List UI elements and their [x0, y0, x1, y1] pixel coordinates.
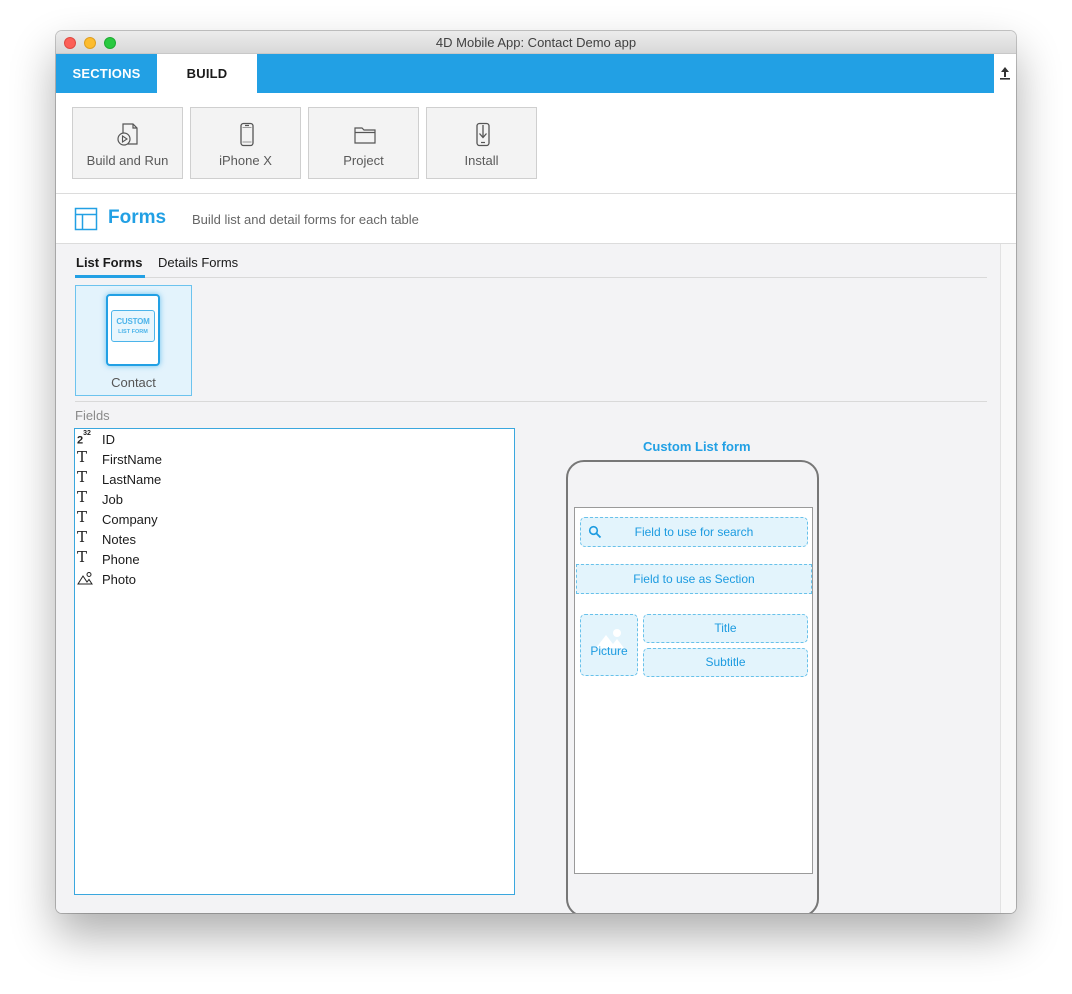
search-zone-label: Field to use for search [634, 525, 754, 539]
field-name: Photo [102, 572, 136, 587]
text-icon: T [77, 548, 88, 566]
export-button[interactable] [996, 64, 1014, 82]
field-row-company[interactable]: T Company [75, 509, 514, 529]
form-tile-label: Contact [111, 375, 156, 390]
field-name: FirstName [102, 452, 162, 467]
badge-line-2: LIST FORM [118, 329, 148, 335]
field-name: LastName [102, 472, 162, 487]
folder-icon [354, 127, 376, 144]
install-label: Install [464, 153, 499, 168]
tab-list-forms[interactable]: List Forms [76, 255, 142, 270]
field-name: ID [102, 432, 115, 447]
preview-title: Custom List form [643, 439, 751, 454]
device-select-button[interactable]: iPhone X [190, 107, 301, 179]
custom-list-form-thumbnail: CUSTOM LIST FORM [106, 294, 160, 366]
field-row-phone[interactable]: T Phone [75, 549, 514, 569]
window-title: 4D Mobile App: Contact Demo app [435, 35, 637, 50]
page-title: Forms [108, 207, 167, 228]
forms-header: Forms Build list and detail forms for ea… [56, 194, 1016, 244]
install-button[interactable]: Install [426, 107, 537, 179]
section-divider [75, 401, 987, 402]
field-name: Job [102, 492, 123, 507]
field-name: Company [102, 512, 158, 527]
title-zone-label: Title [714, 621, 737, 635]
fields-list[interactable]: 232 ID T FirstName T LastName T Job T Co… [74, 428, 515, 895]
field-name: Notes [102, 532, 136, 547]
build-run-icon [117, 123, 138, 146]
search-field-dropzone[interactable]: Field to use for search [580, 517, 808, 547]
build-and-run-button[interactable]: Build and Run [72, 107, 183, 179]
contact-form-tile[interactable]: CUSTOM LIST FORM Contact [75, 285, 192, 396]
install-icon [476, 122, 490, 147]
picture-field-dropzone[interactable]: Picture [580, 614, 638, 676]
tab-sections[interactable]: SECTIONS [56, 54, 157, 93]
text-icon: T [77, 508, 88, 526]
picture-zone-label: Picture [590, 644, 628, 658]
device-label: iPhone X [219, 153, 272, 168]
text-icon: T [77, 488, 88, 506]
integer-icon: 232 [77, 430, 91, 447]
subtitle-field-dropzone[interactable]: Subtitle [643, 648, 808, 677]
text-icon: T [77, 448, 88, 466]
fields-label: Fields [75, 408, 110, 423]
title-bar: 4D Mobile App: Contact Demo app [56, 31, 1016, 54]
search-icon [588, 525, 602, 539]
section-field-dropzone[interactable]: Field to use as Section [576, 564, 812, 594]
field-row-firstname[interactable]: T FirstName [75, 449, 514, 469]
phone-preview: Field to use for search Field to use as … [566, 460, 819, 913]
upload-icon [1000, 67, 1010, 80]
subtitle-zone-label: Subtitle [705, 655, 746, 669]
page-subtitle: Build list and detail forms for each tab… [192, 212, 419, 227]
phone-screen: Field to use for search Field to use as … [574, 507, 813, 874]
field-row-lastname[interactable]: T LastName [75, 469, 514, 489]
active-tab-indicator [75, 275, 145, 278]
vertical-scrollbar[interactable] [1000, 244, 1016, 913]
field-row-job[interactable]: T Job [75, 489, 514, 509]
section-zone-label: Field to use as Section [633, 572, 755, 586]
tab-details-forms[interactable]: Details Forms [158, 255, 238, 270]
field-row-photo[interactable]: Photo [75, 569, 514, 589]
badge-line-1: CUSTOM [116, 317, 150, 326]
main-tab-bar: SECTIONS BUILD [56, 54, 994, 93]
title-field-dropzone[interactable]: Title [643, 614, 808, 643]
field-row-notes[interactable]: T Notes [75, 529, 514, 549]
text-icon: T [77, 468, 88, 486]
custom-list-form-badge: CUSTOM LIST FORM [111, 310, 155, 342]
project-button[interactable]: Project [308, 107, 419, 179]
field-name: Phone [102, 552, 140, 567]
app-window: 4D Mobile App: Contact Demo app SECTIONS… [56, 31, 1016, 913]
build-toolbar: Build and Run iPhone X Project Install [56, 93, 1016, 194]
iphone-icon [240, 122, 254, 147]
forms-content: List Forms Details Forms CUSTOM LIST FOR… [56, 244, 1000, 913]
tab-build[interactable]: BUILD [157, 54, 257, 93]
project-label: Project [343, 153, 384, 168]
build-and-run-label: Build and Run [86, 153, 169, 168]
field-row-id[interactable]: 232 ID [75, 429, 514, 449]
form-type-tabs: List Forms Details Forms [75, 244, 987, 278]
text-icon: T [77, 528, 88, 546]
picture-icon [77, 570, 93, 586]
forms-icon [74, 207, 98, 231]
